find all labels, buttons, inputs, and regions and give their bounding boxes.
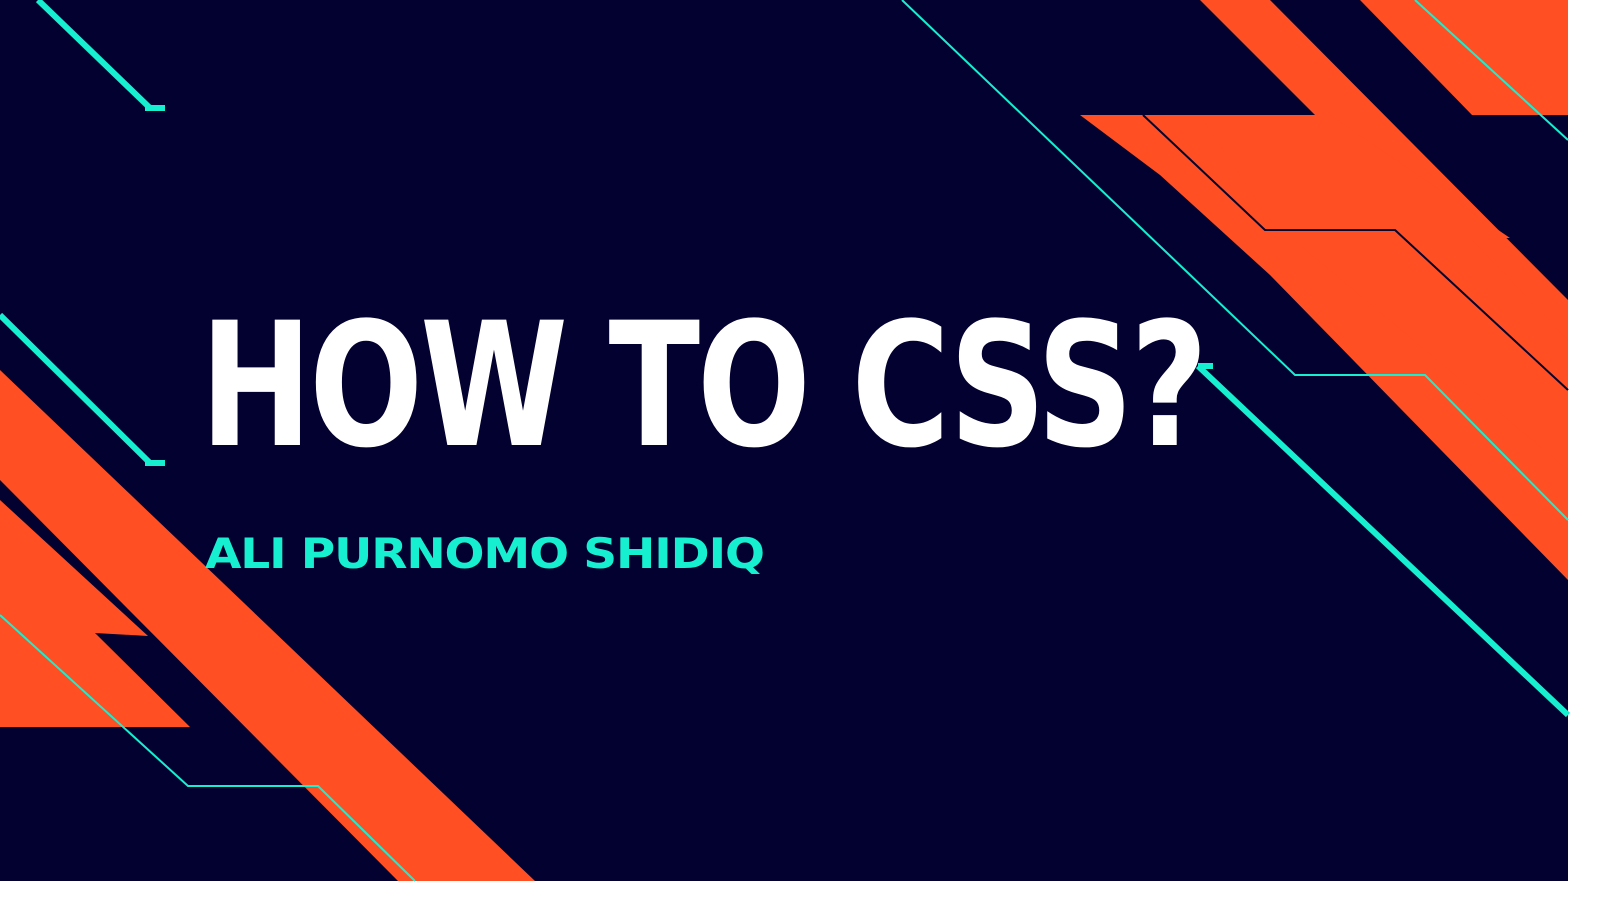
thumbnail-slide: HOW TO CSS? ALI PURNOMO SHIDIQ xyxy=(0,0,1600,899)
slide-title: HOW TO CSS? xyxy=(200,285,1208,486)
author-name: ALI PURNOMO SHIDIQ xyxy=(205,529,765,578)
